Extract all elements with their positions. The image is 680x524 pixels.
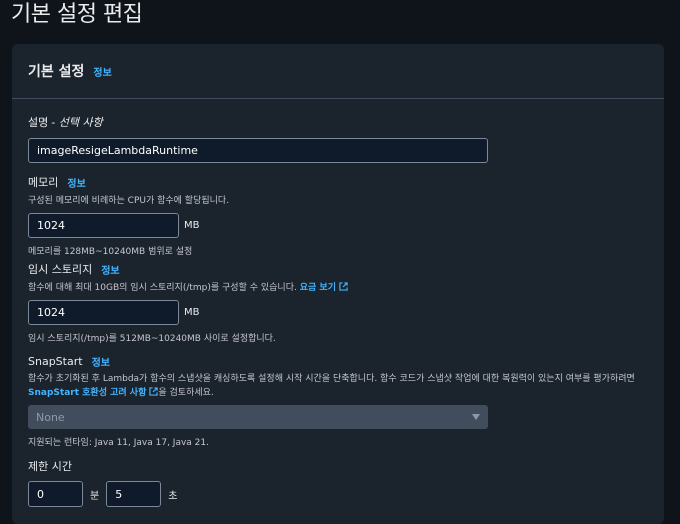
snapstart-description: 함수가 초기화된 후 Lambda가 함수의 스냅샷을 캐싱하도록 설정해 시작… <box>28 374 635 384</box>
snapstart-label-text: SnapStart <box>28 355 83 368</box>
storage-description: 함수에 대해 최대 10GB의 임시 스토리지(/tmp)를 구성할 수 있습니… <box>28 280 348 293</box>
panel-header: 기본 설정 정보 <box>12 44 664 99</box>
snapstart-description-tail: 을 검토하세요. <box>158 388 214 398</box>
caret-down-icon <box>472 414 480 420</box>
storage-hint: 임시 스토리지(/tmp)를 512MB~10240MB 사이로 설정합니다. <box>28 334 276 344</box>
storage-info-link[interactable]: 정보 <box>101 262 119 277</box>
timeout-seconds-input[interactable] <box>106 481 162 507</box>
memory-field: 메모리 정보 구성된 메모리에 비례하는 CPU가 함수에 할당됩니다. MB … <box>28 174 229 257</box>
snapstart-field: SnapStart 정보 함수가 초기화된 후 Lambda가 함수의 스냅샷을… <box>28 354 635 448</box>
memory-info-link[interactable]: 정보 <box>67 175 85 190</box>
memory-label: 메모리 정보 <box>28 174 229 190</box>
basic-settings-panel: 기본 설정 정보 설명 - 선택 사항 메모리 정보 구성된 메모리에 비례하는… <box>12 44 664 524</box>
memory-description: 구성된 메모리에 비례하는 CPU가 함수에 할당됩니다. <box>28 196 230 206</box>
seconds-unit: 초 <box>168 490 178 502</box>
timeout-field: 제한 시간 분 초 <box>28 458 177 507</box>
memory-input[interactable] <box>28 213 179 238</box>
external-link-icon <box>339 282 348 291</box>
description-label-text: 설명 <box>28 116 49 129</box>
snapstart-info-link[interactable]: 정보 <box>92 354 110 369</box>
storage-label-text: 임시 스토리지 <box>28 263 93 276</box>
timeout-label: 제한 시간 <box>28 460 72 473</box>
memory-hint: 메모리를 128MB~10240MB 범위로 설정 <box>28 247 193 257</box>
minutes-unit: 분 <box>90 490 100 502</box>
description-optional: - 선택 사항 <box>51 116 103 129</box>
memory-unit: MB <box>184 220 200 231</box>
snapstart-selected: None <box>36 410 65 424</box>
snapstart-compat-link-text[interactable]: SnapStart 호환성 고려 사항 <box>28 388 146 398</box>
description-label: 설명 - 선택 사항 <box>28 114 488 130</box>
panel-title: 기본 설정 <box>28 64 85 80</box>
storage-input[interactable] <box>28 300 179 325</box>
description-input[interactable] <box>28 138 488 163</box>
panel-info-link[interactable]: 정보 <box>93 64 111 79</box>
storage-description-text: 함수에 대해 최대 10GB의 임시 스토리지(/tmp)를 구성할 수 있습니… <box>28 283 297 293</box>
snapstart-select[interactable]: None <box>28 405 488 429</box>
snapstart-hint: 지원되는 런타임: Java 11, Java 17, Java 21. <box>28 438 209 448</box>
storage-unit: MB <box>184 307 200 318</box>
storage-label: 임시 스토리지 정보 <box>28 261 348 277</box>
storage-field: 임시 스토리지 정보 함수에 대해 최대 10GB의 임시 스토리지(/tmp)… <box>28 261 348 344</box>
snapstart-compat-link[interactable]: SnapStart 호환성 고려 사항 <box>28 387 159 398</box>
snapstart-description-2: SnapStart 호환성 고려 사항 을 검토하세요. <box>28 386 635 400</box>
page-title: 기본 설정 편집 <box>11 2 143 27</box>
timeout-minutes-input[interactable] <box>28 481 83 507</box>
snapstart-label: SnapStart 정보 <box>28 354 635 369</box>
pricing-link-text[interactable]: 요금 보기 <box>300 283 336 293</box>
pricing-link[interactable]: 요금 보기 <box>300 282 348 293</box>
memory-label-text: 메모리 <box>28 176 59 189</box>
description-field: 설명 - 선택 사항 <box>28 114 488 163</box>
